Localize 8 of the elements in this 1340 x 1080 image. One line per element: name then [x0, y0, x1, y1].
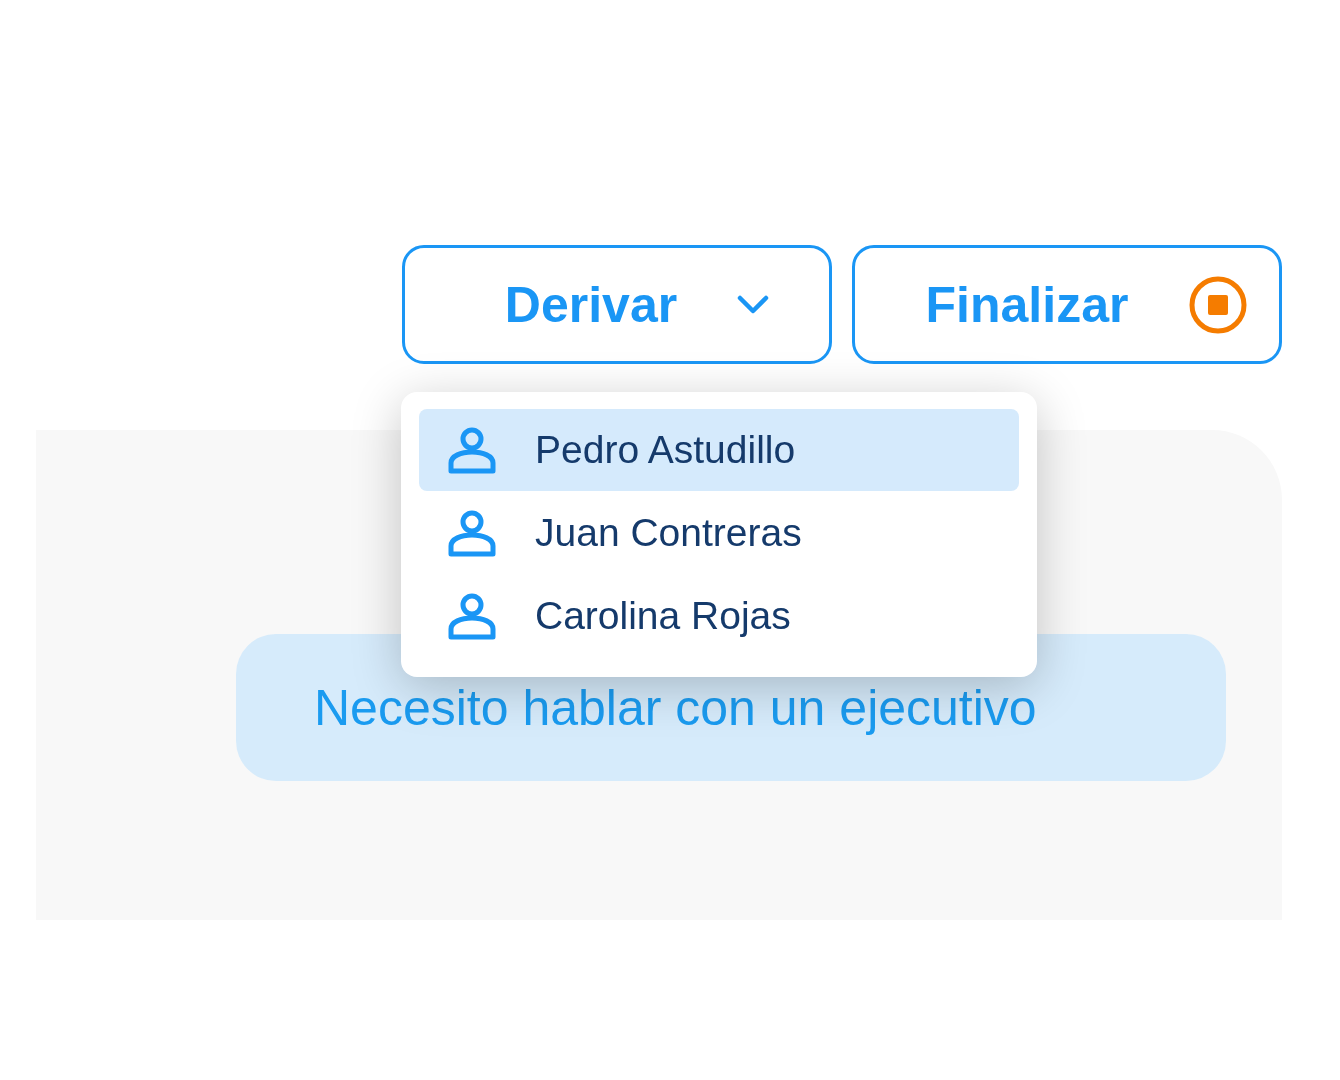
person-icon	[447, 509, 497, 557]
menu-item[interactable]: Juan Contreras	[419, 492, 1019, 574]
menu-item[interactable]: Pedro Astudillo	[419, 409, 1019, 491]
message-text: Necesito hablar con un ejecutivo	[314, 678, 1037, 737]
menu-item[interactable]: Carolina Rojas	[419, 575, 1019, 657]
person-icon	[447, 592, 497, 640]
person-icon	[447, 426, 497, 474]
stop-icon	[1188, 274, 1249, 335]
